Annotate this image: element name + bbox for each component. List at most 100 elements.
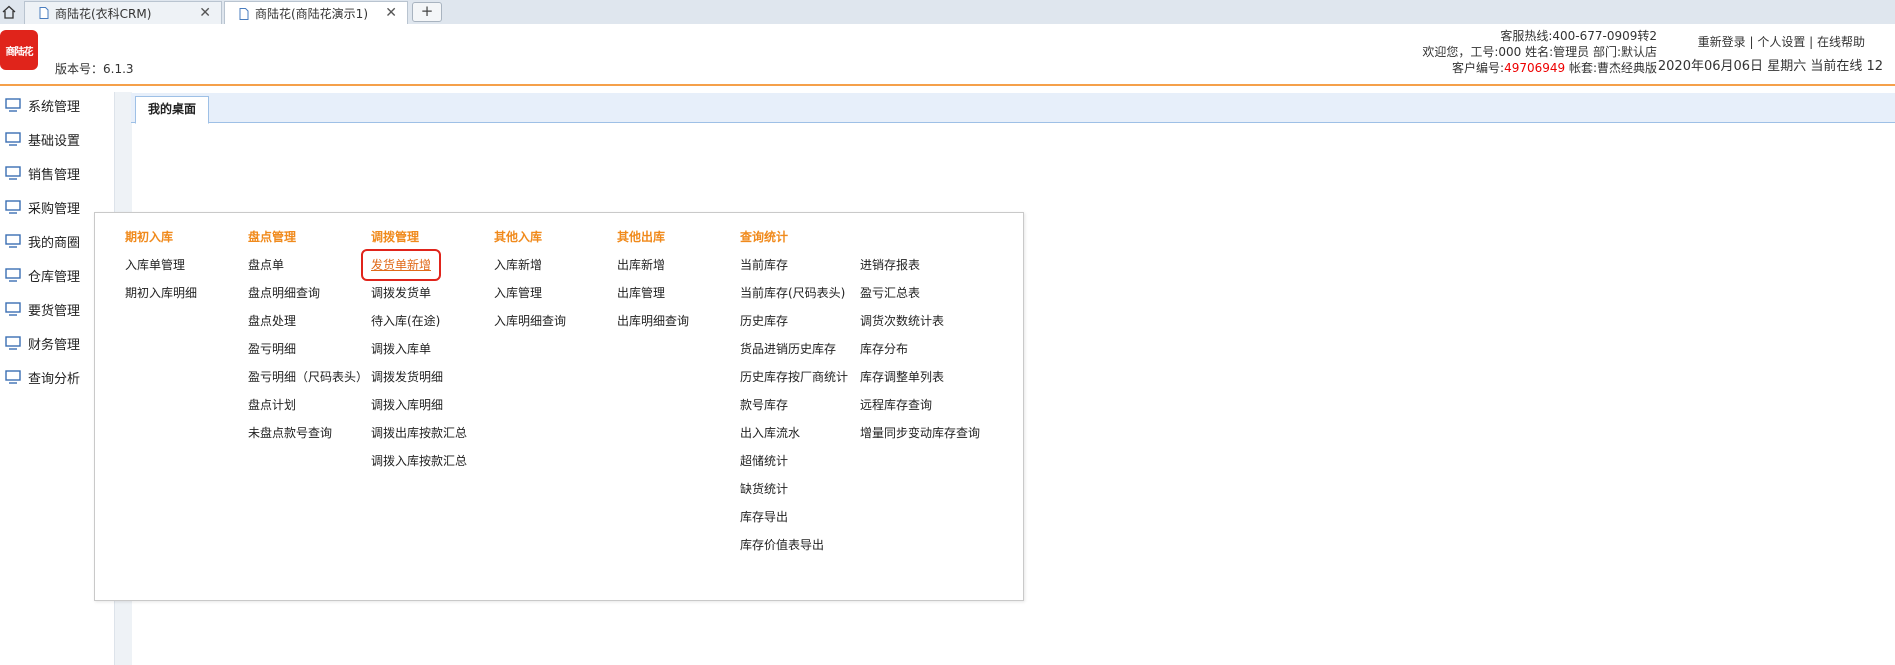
menu-item[interactable]: 调拨入库按款汇总 [371, 447, 467, 475]
sidebar-item-label: 销售管理 [28, 167, 81, 183]
menu-heading [860, 223, 980, 251]
menu-item[interactable]: 货品进销历史库存 [740, 335, 848, 363]
tab-my-desktop[interactable]: 我的桌面 [135, 96, 210, 124]
app-header: 商陆花 版本号：6.1.3 客服热线:400-677-0909转2 欢迎您，工号… [0, 24, 1895, 86]
browser-tab-demo[interactable]: 商陆花(商陆花演示1) ✕ [224, 1, 408, 25]
menu-item[interactable]: 远程库存查询 [860, 391, 980, 419]
menu-item[interactable]: 盈亏明细（尺码表头） [248, 363, 368, 391]
monitor-icon [5, 302, 21, 316]
menu-item[interactable]: 出库明细查询 [617, 307, 689, 335]
menu-item[interactable]: 款号库存 [740, 391, 848, 419]
menu-item[interactable]: 盘点明细查询 [248, 279, 368, 307]
content-tab-bar: 我的桌面 [131, 93, 1895, 124]
hotline-text: 客服热线:400-677-0909转2 [1500, 29, 1657, 43]
menu-item[interactable]: 库存导出 [740, 503, 848, 531]
browser-tab-bar: 商陆花(衣科CRM) ✕ 商陆花(商陆花演示1) ✕ + [0, 0, 1895, 25]
sidebar: 系统管理 基础设置 销售管理 采购管理 我的商圈 仓库管理 要货管理 财务管理 … [0, 88, 96, 394]
sidebar-item-purchase[interactable]: 采购管理 [0, 190, 96, 224]
logo: 商陆花 [0, 30, 38, 70]
menu-column-other-inbound: 其他入库 入库新增 入库管理 入库明细查询 [494, 223, 566, 335]
account-text: 帐套:曹杰经典版 [1565, 61, 1657, 75]
document-icon [39, 7, 49, 19]
menu-item[interactable]: 当前库存 [740, 251, 848, 279]
customer-label: 客户编号: [1452, 61, 1505, 75]
menu-item[interactable]: 待入库(在途) [371, 307, 467, 335]
close-icon[interactable]: ✕ [199, 5, 211, 21]
menu-item[interactable]: 入库管理 [494, 279, 566, 307]
menu-column-reports: 进销存报表 盈亏汇总表 调货次数统计表 库存分布 库存调整单列表 远程库存查询 … [860, 223, 980, 447]
menu-item[interactable]: 入库新增 [494, 251, 566, 279]
menu-item[interactable]: 调拨入库明细 [371, 391, 467, 419]
menu-item[interactable]: 增量同步变动库存查询 [860, 419, 980, 447]
menu-column-transfer: 调拨管理 发货单新增 调拨发货单 待入库(在途) 调拨入库单 调拨发货明细 调拨… [360, 223, 467, 475]
menu-item[interactable]: 进销存报表 [860, 251, 980, 279]
sidebar-item-label: 查询分析 [28, 371, 81, 387]
menu-item[interactable]: 超储统计 [740, 447, 848, 475]
menu-item-new-delivery-highlighted[interactable]: 发货单新增 [360, 249, 442, 281]
sidebar-item-sales[interactable]: 销售管理 [0, 156, 96, 190]
sidebar-item-basic-settings[interactable]: 基础设置 [0, 122, 96, 156]
menu-heading: 查询统计 [740, 230, 789, 244]
menu-item[interactable]: 期初入库明细 [125, 279, 197, 307]
sidebar-item-query-analysis[interactable]: 查询分析 [0, 360, 96, 394]
menu-item[interactable]: 缺货统计 [740, 475, 848, 503]
menu-item[interactable]: 库存价值表导出 [740, 531, 848, 559]
datetime-status: 2020年06月06日 星期六 当前在线 12 [1657, 59, 1883, 74]
menu-item[interactable]: 历史库存 [740, 307, 848, 335]
menu-item[interactable]: 盈亏汇总表 [860, 279, 980, 307]
menu-column-stocktake: 盘点管理 盘点单 盘点明细查询 盘点处理 盈亏明细 盈亏明细（尺码表头） 盘点计… [248, 223, 368, 447]
header-links[interactable]: 重新登录 | 个人设置 | 在线帮助 [1698, 33, 1865, 50]
sidebar-item-label: 我的商圈 [28, 235, 81, 251]
menu-heading: 盘点管理 [248, 230, 297, 244]
menu-item[interactable]: 库存调整单列表 [860, 363, 980, 391]
menu-item[interactable]: 盘点计划 [248, 391, 368, 419]
menu-item[interactable]: 历史库存按厂商统计 [740, 363, 848, 391]
sidebar-item-system[interactable]: 系统管理 [0, 88, 96, 122]
menu-item[interactable]: 当前库存(尺码表头) [740, 279, 848, 307]
sidebar-item-label: 财务管理 [28, 337, 81, 353]
document-icon [239, 7, 249, 20]
sidebar-item-label: 仓库管理 [28, 269, 81, 285]
sidebar-item-business-circle[interactable]: 我的商圈 [0, 224, 96, 258]
menu-item[interactable]: 入库单管理 [125, 251, 197, 279]
user-info: 客服热线:400-677-0909转2 欢迎您，工号:000 姓名:管理员 部门… [1422, 28, 1657, 76]
menu-item[interactable]: 入库明细查询 [494, 307, 566, 335]
menu-item[interactable]: 盘点处理 [248, 307, 368, 335]
menu-item[interactable]: 调拨发货单 [371, 279, 467, 307]
monitor-icon [5, 336, 21, 350]
menu-item[interactable]: 库存分布 [860, 335, 980, 363]
sidebar-item-label: 采购管理 [28, 201, 81, 217]
version-label: 版本号：6.1.3 [55, 62, 134, 76]
menu-column-opening-stock: 期初入库 入库单管理 期初入库明细 [125, 223, 197, 307]
menu-item[interactable]: 调拨发货明细 [371, 363, 467, 391]
new-tab-button[interactable]: + [412, 2, 442, 22]
monitor-icon [5, 234, 21, 248]
close-icon[interactable]: ✕ [385, 5, 397, 21]
browser-tab-label: 商陆花(衣科CRM) [55, 6, 152, 21]
browser-tab-crm[interactable]: 商陆花(衣科CRM) ✕ [24, 1, 222, 24]
sidebar-item-requisition[interactable]: 要货管理 [0, 292, 96, 326]
browser-tab-label: 商陆花(商陆花演示1) [255, 7, 368, 21]
menu-item[interactable]: 出库管理 [617, 279, 689, 307]
sidebar-item-warehouse[interactable]: 仓库管理 [0, 258, 96, 292]
monitor-icon [5, 268, 21, 282]
sidebar-item-finance[interactable]: 财务管理 [0, 326, 96, 360]
menu-heading: 期初入库 [125, 230, 174, 244]
warehouse-menu-panel: 期初入库 入库单管理 期初入库明细 盘点管理 盘点单 盘点明细查询 盘点处理 盈… [94, 212, 1024, 601]
menu-item[interactable]: 盘点单 [248, 251, 368, 279]
monitor-icon [5, 166, 21, 180]
monitor-icon [5, 200, 21, 214]
menu-heading: 其他入库 [494, 230, 543, 244]
menu-item[interactable]: 调货次数统计表 [860, 307, 980, 335]
menu-item[interactable]: 调拨出库按款汇总 [371, 419, 467, 447]
menu-item[interactable]: 未盘点款号查询 [248, 419, 368, 447]
monitor-icon [5, 370, 21, 384]
customer-number: 49706949 [1504, 61, 1566, 75]
menu-item[interactable]: 出入库流水 [740, 419, 848, 447]
menu-item[interactable]: 出库新增 [617, 251, 689, 279]
menu-item[interactable]: 调拨入库单 [371, 335, 467, 363]
home-icon[interactable] [0, 1, 18, 23]
welcome-text: 欢迎您，工号:000 姓名:管理员 部门:默认店 [1422, 45, 1657, 59]
customer-info: 客户编号:49706949 帐套:曹杰经典版 [1422, 60, 1657, 76]
menu-item[interactable]: 盈亏明细 [248, 335, 368, 363]
